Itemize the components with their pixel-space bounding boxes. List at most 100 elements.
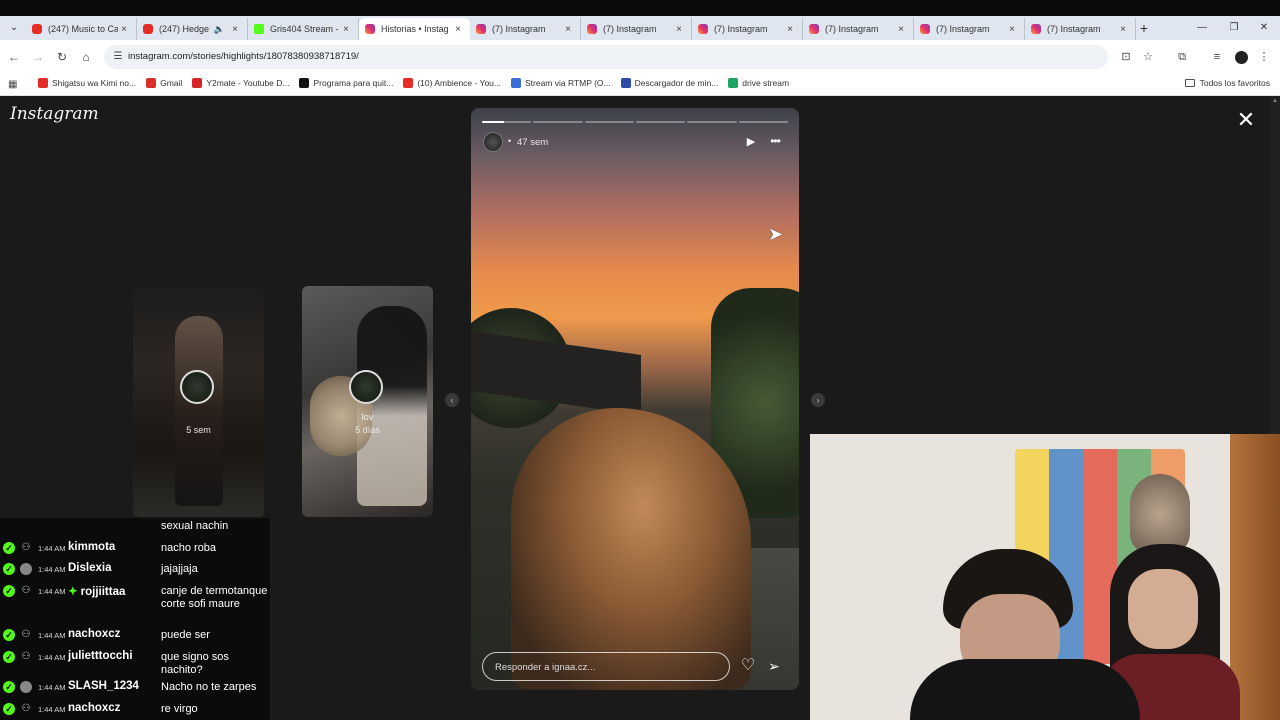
tab-6[interactable]: (7) Instagram × [692,18,803,40]
install-app-icon[interactable]: ⊡ [1119,50,1133,64]
new-tab-button[interactable]: + [1136,20,1152,36]
chat-message-text: puede ser [161,629,210,641]
bookmark-item[interactable]: Gmail [146,78,182,88]
chat-message: ✓ ⚇ 1:44 AM julietttocchi que signo sos nach… [0,649,270,677]
tab-label: (247) Music to Ca [48,24,118,34]
chat-username[interactable]: ✦ rojjiittaa [68,584,125,598]
tab-5[interactable]: (7) Instagram × [581,18,692,40]
separator-dot: • [508,136,512,146]
bookmark-label: (10) Ambience - You... [417,78,501,88]
apps-grid-icon[interactable]: ▦ [8,79,20,91]
youtube-favicon-icon [32,24,42,34]
chat-username[interactable]: julietttocchi [68,650,133,662]
chat-username[interactable]: SLASH_1234 [68,680,139,692]
tab-close-icon[interactable]: × [784,24,796,35]
site-info-icon[interactable]: ☰ [112,51,124,63]
chat-username[interactable]: kimmota [68,541,115,553]
back-icon[interactable]: ← [6,49,22,65]
url-field[interactable]: ☰ instagram.com/stories/highlights/18078… [104,45,1108,69]
home-icon[interactable]: ⌂ [78,49,94,65]
tab-strip: (247) Music to Ca × (247) Hedge 🔈 × Gris404 S… [26,18,1136,40]
tab-search-icon[interactable]: ⌄ [6,20,22,36]
tab-0[interactable]: (247) Music to Ca × [26,18,137,40]
previous-story-card[interactable]: 5 sem [133,286,264,517]
chat-username-text: Dislexia [68,562,112,574]
tab-close-icon[interactable]: × [1117,24,1129,35]
current-story[interactable]: • 47 sem ▶ ••• ➤ ♡ ➢ [471,108,799,690]
bookmark-item[interactable]: Shigatsu wa Kimi no... [38,78,136,88]
audio-playing-icon[interactable]: 🔈 [214,24,225,35]
tab-1[interactable]: (247) Hedge 🔈 × [137,18,248,40]
tab-8[interactable]: (7) Instagram × [914,18,1025,40]
story-thumbnail-image [175,316,223,506]
extensions-icon[interactable]: ⧉ [1175,50,1189,64]
minimize-icon[interactable]: — [1192,20,1212,36]
tab-label: Historias • Instag [381,24,449,34]
tab-close-icon[interactable]: × [118,24,130,35]
tab-close-icon[interactable]: × [229,24,241,35]
share-send-icon[interactable]: ➢ [765,657,783,675]
bookmark-list: Shigatsu wa Kimi no... Gmail Y2mate - Yout… [38,78,799,88]
bookmark-item[interactable]: Y2mate - Youtube D... [192,78,289,88]
tab-close-icon[interactable]: × [340,24,352,35]
chat-username[interactable]: nachoxcz [68,628,120,640]
close-viewer-icon[interactable]: ✕ [1236,109,1256,131]
tab-9[interactable]: (7) Instagram × [1025,18,1136,40]
tab-close-icon[interactable]: × [673,24,685,35]
tab-2[interactable]: Gris404 Stream - × [248,18,359,40]
instagram-favicon-icon [698,24,708,34]
forward-icon[interactable]: → [30,49,46,65]
chat-message: ✓ ⚇ 1:44 AM nachoxcz puede ser [0,627,270,647]
verified-badge-icon: ✓ [3,542,15,554]
verified-badge-icon: ✓ [3,585,15,597]
tab-3[interactable]: Historias • Instag × [359,18,470,40]
story-author-avatar[interactable] [483,132,503,152]
restore-icon[interactable]: ❐ [1224,20,1244,36]
user-avatar [20,563,32,575]
bookmark-item[interactable]: Programa para quit... [299,78,393,88]
tab-4[interactable]: (7) Instagram × [470,18,581,40]
bookmark-item[interactable]: drive stream [728,78,789,88]
bookmark-item[interactable]: Descargador de min... [620,78,718,88]
bookmark-label: Shigatsu wa Kimi no... [52,78,137,88]
more-options-icon[interactable]: ••• [766,134,784,148]
chat-timestamp: 1:44 AM [38,653,66,662]
like-heart-icon[interactable]: ♡ [739,657,757,675]
bookmark-item[interactable]: (10) Ambience - You... [403,78,501,88]
bookmark-item[interactable]: Stream via RTMP (O... [510,78,611,88]
tab-7[interactable]: (7) Instagram × [803,18,914,40]
reply-field[interactable] [482,652,730,681]
all-bookmarks-button[interactable]: Todos los favoritos [1184,78,1270,88]
tab-close-icon[interactable]: × [452,24,464,35]
previous-story-card[interactable]: lov 5 días [302,286,433,517]
story-title: lov [361,412,374,422]
instagram-logo[interactable]: Instagram [10,104,99,124]
progress-segment [635,121,686,123]
tab-close-icon[interactable]: × [1006,24,1018,35]
instagram-favicon-icon [365,24,375,34]
story-header: • 47 sem ▶ ••• [483,132,787,152]
url-text: instagram.com/stories/highlights/1807838… [128,51,359,62]
bookmark-star-icon[interactable]: ☆ [1141,50,1155,64]
menu-kebab-icon[interactable]: ⋮ [1257,50,1271,64]
previous-story-arrow-icon[interactable]: ‹ [445,393,459,407]
bookmark-label: Stream via RTMP (O... [524,78,611,88]
reply-input[interactable] [495,660,719,674]
media-controls-icon[interactable]: ≡ [1210,50,1224,64]
scroll-up-icon[interactable]: ▲ [1272,98,1278,105]
reload-icon[interactable]: ↻ [54,49,70,65]
chat-message-text: canje de termotanque corte sofi maure [161,585,268,610]
bookmark-favicon-icon [299,78,310,88]
tab-close-icon[interactable]: × [895,24,907,35]
window-close-icon[interactable]: ✕ [1254,20,1274,36]
profile-avatar[interactable] [1235,51,1248,64]
tab-close-icon[interactable]: × [562,24,574,35]
chat-username[interactable]: Dislexia [68,562,111,574]
bookmarks-bar: ▦ Shigatsu wa Kimi no... Gmail Y2mate - Yo… [0,74,1280,96]
kick-favicon-icon [254,24,264,34]
chat-username[interactable]: nachoxcz [68,702,120,714]
chat-message-text: re virgo [161,703,198,715]
progress-segment [533,121,583,123]
next-story-arrow-icon[interactable]: › [811,393,825,407]
play-icon[interactable]: ▶ [745,136,757,148]
